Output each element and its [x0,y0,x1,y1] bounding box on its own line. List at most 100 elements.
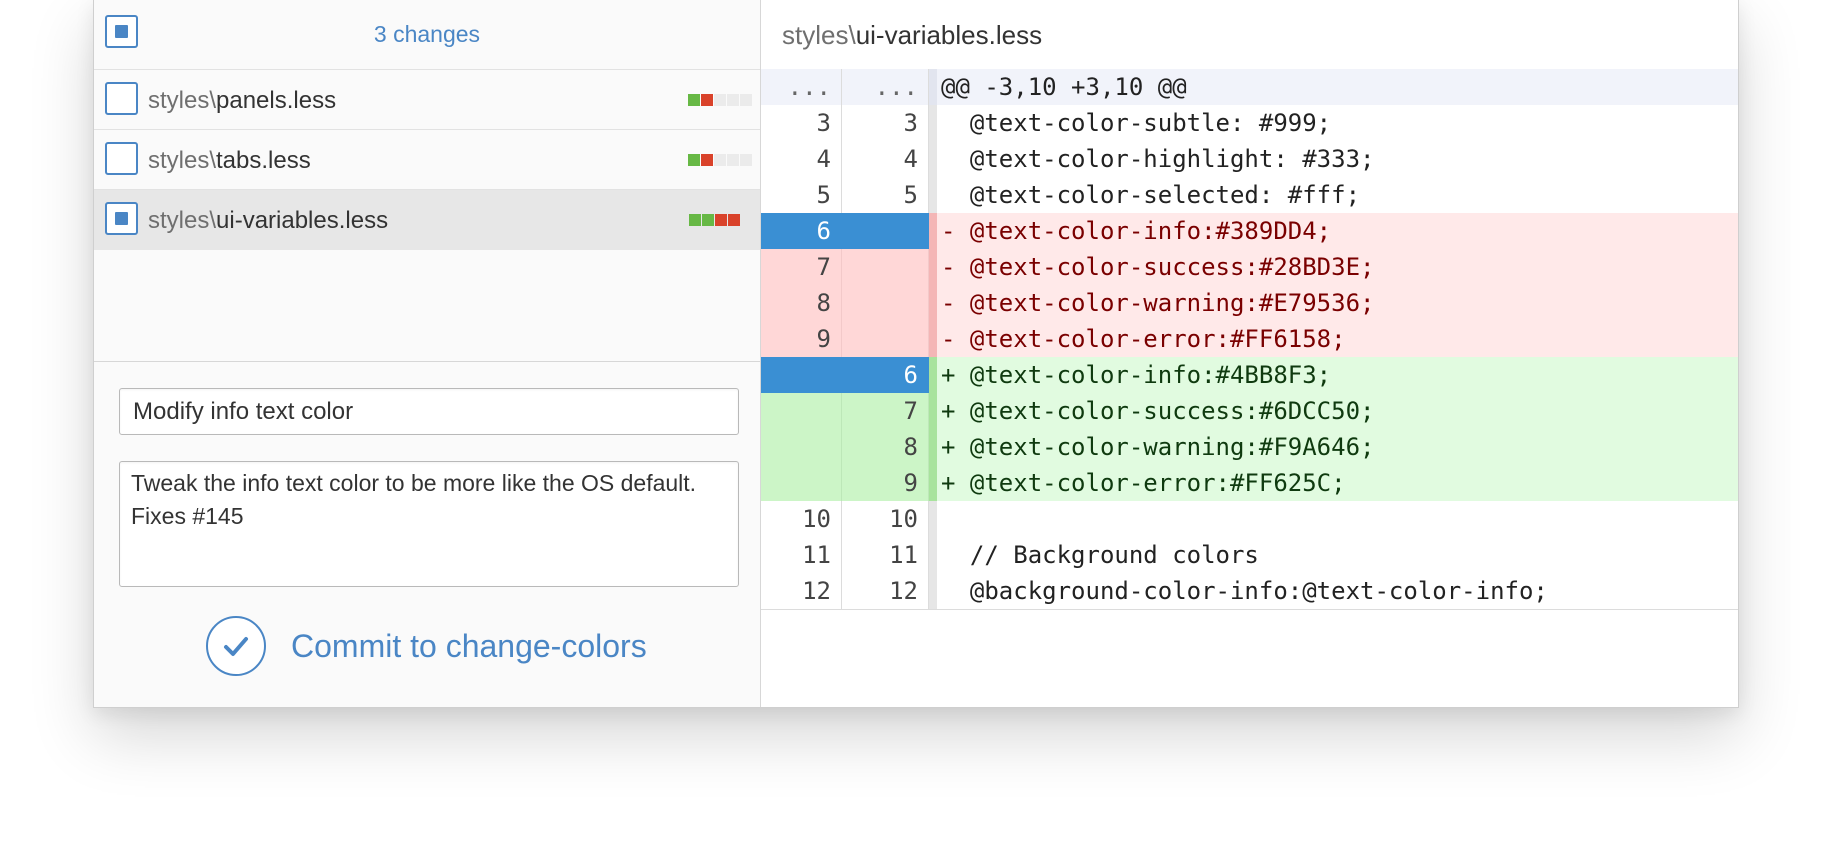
file-checkbox[interactable] [105,202,138,235]
commit-summary-input[interactable] [119,388,739,435]
diff-gutter-bar [929,357,937,393]
file-path: styles\panels.less [148,87,336,115]
file-row-tabs[interactable]: styles\tabs.less [94,130,760,190]
diff-line-added[interactable]: 7 + @text-color-success:#6DCC50; [761,393,1738,429]
new-line-number[interactable] [842,249,929,285]
old-line-number: 4 [761,141,842,177]
old-line-number[interactable]: 6 [761,213,842,249]
new-line-number[interactable] [842,285,929,321]
old-line-number: 10 [761,501,842,537]
diff-gutter-bar [929,105,937,141]
file-dir: styles\ [148,87,217,114]
diffstat [689,214,740,226]
diff-gutter-bar [929,249,937,285]
diff-gutter-bar [929,213,937,249]
old-line-number[interactable]: 7 [761,249,842,285]
diff-line-code: // Background colors [941,541,1259,569]
diff-line-deleted[interactable]: 7 - @text-color-success:#28BD3E; [761,249,1738,285]
diff-line-deleted[interactable]: 8 - @text-color-warning:#E79536; [761,285,1738,321]
changes-count: 3 changes [373,21,481,47]
diff-line-added[interactable]: 8 + @text-color-warning:#F9A646; [761,429,1738,465]
diff-gutter-bar [929,321,937,357]
new-line-number[interactable]: 7 [842,393,929,429]
new-line-number[interactable]: 6 [842,357,929,393]
new-line-number: 4 [842,141,929,177]
old-line-number: ... [761,69,842,105]
diff-line-code: @text-color-highlight: #333; [941,145,1375,173]
file-path: styles\ui-variables.less [148,207,388,235]
diffstat-empty-block [740,94,752,106]
diff-file-path: styles\ui-variables.less [782,20,1042,51]
diff-line-deleted[interactable]: 6 - @text-color-info:#389DD4; [761,213,1738,249]
diff-body: ... ... @@ -3,10 +3,10 @@ 3 3 @text-colo… [761,69,1738,610]
new-line-number[interactable]: 9 [842,465,929,501]
diff-gutter-bar [929,465,937,501]
new-line-number[interactable] [842,213,929,249]
new-line-number[interactable]: 8 [842,429,929,465]
diffstat-deleted-block [701,154,713,166]
diff-line-code: + @text-color-info:#4BB8F3; [941,361,1332,389]
diffstat-added-block [689,214,701,226]
diff-end-divider [761,609,1738,610]
checkmark-icon [206,616,266,676]
diff-line-code: - @text-color-error:#FF6158; [941,325,1346,353]
old-line-number: 12 [761,573,842,609]
old-line-number[interactable] [761,465,842,501]
diff-line[interactable]: 10 10 [761,501,1738,537]
new-line-number: 10 [842,501,929,537]
old-line-number[interactable] [761,429,842,465]
file-path: styles\tabs.less [148,147,311,175]
diff-gutter-bar [929,393,937,429]
diff-line-added[interactable]: 9 + @text-color-error:#FF625C; [761,465,1738,501]
diffstat-added-block [688,94,700,106]
changes-panel: 3 changes styles\panels.less styles\tabs… [94,0,761,707]
new-line-number[interactable] [842,321,929,357]
old-line-number[interactable]: 8 [761,285,842,321]
old-line-number[interactable] [761,357,842,393]
commit-button[interactable]: Commit to change-colors [206,615,647,677]
new-line-number: 12 [842,573,929,609]
diff-line-code: + @text-color-success:#6DCC50; [941,397,1375,425]
diff-panel: styles\ui-variables.less ... ... @@ -3,1… [761,0,1738,707]
commit-form-divider [94,361,760,362]
old-line-number[interactable]: 9 [761,321,842,357]
diff-line-code: + @text-color-warning:#F9A646; [941,433,1375,461]
old-line-number[interactable] [761,393,842,429]
diff-line-code: - @text-color-info:#389DD4; [941,217,1332,245]
file-checkbox[interactable] [105,142,138,175]
file-checkbox[interactable] [105,82,138,115]
diff-gutter-bar [929,177,937,213]
diff-line-code: - @text-color-success:#28BD3E; [941,253,1375,281]
diff-gutter-bar [929,429,937,465]
file-row-panels[interactable]: styles\panels.less [94,70,760,130]
new-line-number: 5 [842,177,929,213]
diff-line-deleted[interactable]: 9 - @text-color-error:#FF6158; [761,321,1738,357]
diff-line[interactable]: 12 12 @background-color-info:@text-color… [761,573,1738,609]
diffstat-empty-block [714,154,726,166]
diff-line[interactable]: 3 3 @text-color-subtle: #999; [761,105,1738,141]
file-row-ui-variables[interactable]: styles\ui-variables.less [94,190,760,250]
file-name: tabs.less [216,147,311,174]
hunk-header-text: @@ -3,10 +3,10 @@ [941,73,1187,101]
diff-line[interactable]: 11 11 // Background colors [761,537,1738,573]
diff-line-code: @text-color-selected: #fff; [941,181,1361,209]
diff-gutter-bar [929,141,937,177]
commit-description-input[interactable]: Tweak the info text color to be more lik… [119,461,739,587]
old-line-number: 5 [761,177,842,213]
diff-line-added[interactable]: 6 + @text-color-info:#4BB8F3; [761,357,1738,393]
diffstat-empty-block [727,154,739,166]
diff-line-code [937,501,1738,537]
app-window: 3 changes styles\panels.less styles\tabs… [93,0,1739,708]
file-name: panels.less [216,87,337,114]
diffstat-empty-block [727,94,739,106]
diff-gutter-bar [929,285,937,321]
diff-line-code: @background-color-info:@text-color-info; [941,577,1548,605]
diff-line-code: - @text-color-warning:#E79536; [941,289,1375,317]
new-line-number: ... [842,69,929,105]
file-dir: styles\ [148,207,217,234]
diffstat [688,154,752,166]
diff-line[interactable]: 4 4 @text-color-highlight: #333; [761,141,1738,177]
diff-file-name: ui-variables.less [855,20,1043,50]
diff-line[interactable]: 5 5 @text-color-selected: #fff; [761,177,1738,213]
file-dir: styles\ [148,147,217,174]
